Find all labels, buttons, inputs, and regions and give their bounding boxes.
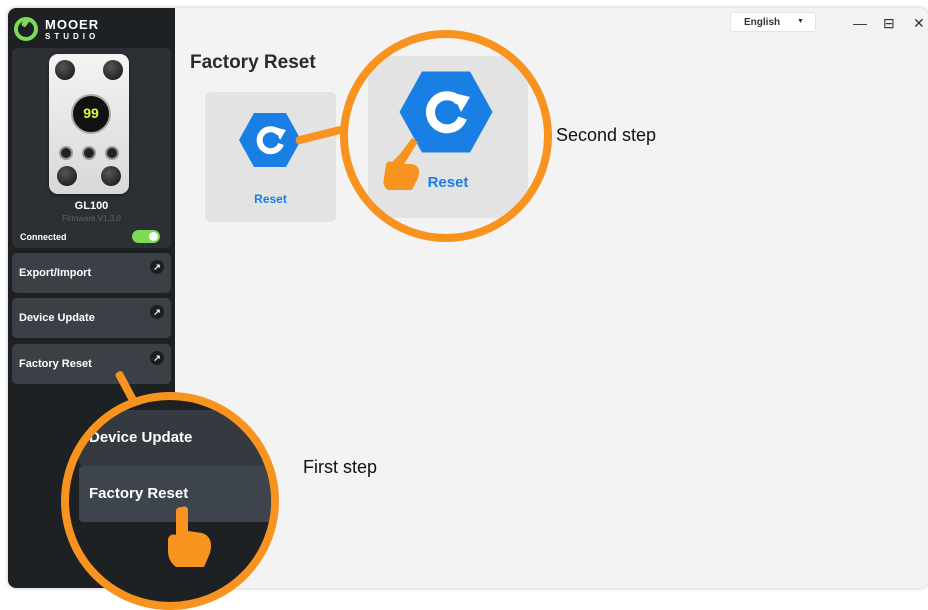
external-arrow-icon: ↗	[150, 351, 164, 365]
pedal-image: 99	[49, 54, 129, 194]
mooer-logo-icon	[14, 17, 38, 41]
brand-logo: MOOER STUDIO	[14, 10, 99, 48]
close-button[interactable]: ✕	[913, 16, 925, 30]
sidebar-item-device-update[interactable]: Device Update ↗	[12, 298, 171, 338]
magnifier-second-step: Reset	[340, 30, 552, 242]
language-value: English	[744, 17, 781, 28]
sidebar-item-label: Export/Import	[19, 267, 92, 279]
first-step-text: First step	[303, 457, 378, 477]
connection-status: Connected	[20, 232, 67, 242]
pedal-screen: 99	[71, 94, 111, 134]
minimize-button[interactable]: —	[853, 16, 867, 30]
sidebar-item-label: Device Update	[19, 312, 95, 324]
device-name: GL100	[74, 200, 109, 212]
page-title: Factory Reset	[190, 52, 316, 73]
hand-pointer-icon	[168, 506, 211, 567]
external-arrow-icon: ↗	[150, 260, 164, 274]
device-card: 99 GL100 Firmware V1.3.0 Connected	[12, 48, 171, 248]
chevron-down-icon: ▼	[797, 18, 804, 25]
reset-hexagon-icon	[239, 113, 301, 167]
sidebar-item-device-update-zoomed: Device Update	[79, 410, 271, 466]
pedal-knob-icon	[55, 60, 75, 80]
hand-pointer-icon	[383, 138, 420, 190]
sidebar-item-label: Factory Reset	[89, 485, 189, 502]
reset-card[interactable]: Reset	[205, 92, 336, 222]
sidebar-item-factory-reset[interactable]: Factory Reset ↗	[12, 344, 171, 384]
main-panel: English ▼ — ⊟ ✕ Factory Reset Reset	[175, 8, 928, 588]
pedal-button-icon	[59, 146, 73, 160]
pedal-knob-icon	[101, 166, 121, 186]
second-step-text: Second step	[556, 125, 657, 145]
pedal-button-icon	[105, 146, 119, 160]
pedal-button-icon	[82, 146, 96, 160]
sidebar-item-label: Factory Reset	[19, 358, 92, 370]
pedal-knob-icon	[57, 166, 77, 186]
pedal-knob-icon	[103, 60, 123, 80]
brand-sub: STUDIO	[45, 31, 100, 41]
magnifier-first-step: Device Update Factory Reset	[61, 392, 279, 610]
maximize-button[interactable]: ⊟	[883, 16, 895, 30]
reset-label: Reset	[254, 192, 287, 206]
language-select[interactable]: English ▼	[730, 12, 816, 32]
external-arrow-icon: ↗	[150, 305, 164, 319]
firmware-version: Firmware V1.3.0	[62, 214, 121, 223]
brand-name: MOOER	[45, 16, 100, 32]
reset-card-zoomed: Reset	[368, 56, 528, 218]
sidebar-item-label: Device Update	[89, 429, 193, 446]
sidebar-item-export-import[interactable]: Export/Import ↗	[12, 253, 171, 293]
connection-toggle[interactable]	[132, 230, 160, 243]
